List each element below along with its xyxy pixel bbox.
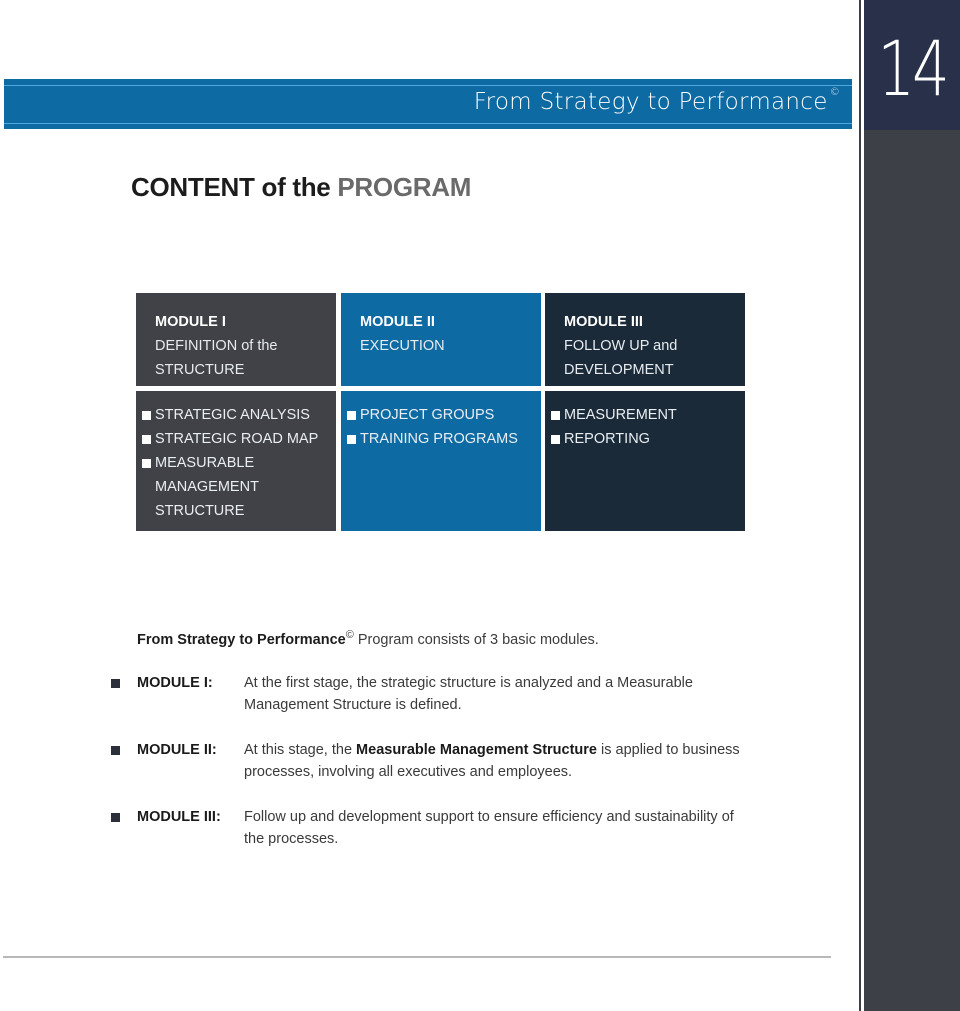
square-bullet-icon bbox=[142, 435, 151, 444]
page-number-panel: 14 bbox=[864, 0, 960, 130]
page-number: 14 bbox=[877, 24, 949, 113]
list-item: MEASUREMENT bbox=[551, 403, 745, 427]
description-text: Follow up and development support to ens… bbox=[244, 806, 754, 850]
intro-paragraph: From Strategy to Performance© Program co… bbox=[137, 629, 599, 648]
list-item: REPORTING bbox=[551, 427, 745, 451]
module-title: MODULE III bbox=[564, 314, 643, 330]
module-title: MODULE I bbox=[155, 314, 226, 330]
sidebar-panel bbox=[864, 130, 960, 1011]
banner-line-bottom bbox=[4, 123, 852, 124]
banner-title-text: From Strategy to Performance bbox=[473, 89, 828, 115]
intro-bold: From Strategy to Performance bbox=[137, 631, 346, 648]
module-3-header: MODULE III FOLLOW UP and DEVELOPMENT bbox=[545, 293, 745, 386]
description-text: At this stage, the Measurable Management… bbox=[244, 739, 754, 783]
header-banner: From Strategy to Performance © bbox=[4, 79, 852, 129]
list-item-text: MEASURABLE bbox=[155, 455, 255, 471]
list-item-text: REPORTING bbox=[564, 431, 650, 447]
square-bullet-icon bbox=[111, 746, 120, 755]
square-bullet-icon bbox=[551, 411, 560, 420]
module-2-items: PROJECT GROUPS TRAINING PROGRAMS bbox=[341, 391, 541, 531]
description-label: MODULE II: bbox=[137, 742, 217, 758]
module-subtitle: EXECUTION bbox=[360, 338, 445, 354]
list-item: STRATEGIC ANALYSIS bbox=[142, 403, 336, 427]
description-pre: At this stage, the bbox=[244, 742, 357, 758]
description-text: At the first stage, the strategic struct… bbox=[244, 672, 754, 716]
list-item-text: STRATEGIC ROAD MAP bbox=[155, 431, 319, 447]
intro-rest: Program consists of 3 basic modules. bbox=[353, 631, 599, 648]
module-subtitle: FOLLOW UP and bbox=[564, 338, 678, 354]
list-item-text: MANAGEMENT bbox=[155, 479, 259, 495]
square-bullet-icon bbox=[551, 435, 560, 444]
list-item: STRATEGIC ROAD MAP bbox=[142, 427, 336, 451]
module-subtitle: DEFINITION of the bbox=[155, 338, 278, 354]
description-pre: At the first stage, the strategic struct… bbox=[244, 675, 693, 713]
description-label: MODULE I: bbox=[137, 675, 213, 691]
list-item-text: STRATEGIC ANALYSIS bbox=[155, 407, 310, 423]
square-bullet-icon bbox=[111, 679, 120, 688]
list-item: TRAINING PROGRAMS bbox=[347, 427, 541, 451]
square-bullet-icon bbox=[111, 813, 120, 822]
page-title-accent: PROGRAM bbox=[337, 172, 472, 202]
copyright-mark: © bbox=[829, 87, 840, 98]
footer-divider bbox=[3, 956, 831, 958]
square-bullet-icon bbox=[347, 435, 356, 444]
sidebar-divider bbox=[859, 0, 861, 1011]
module-title: MODULE II bbox=[360, 314, 435, 330]
module-2-header: MODULE II EXECUTION bbox=[341, 293, 541, 386]
page-title-main: CONTENT of the bbox=[131, 172, 338, 202]
banner-line-top bbox=[4, 85, 852, 86]
square-bullet-icon bbox=[347, 411, 356, 420]
banner-title: From Strategy to Performance © bbox=[473, 87, 840, 115]
list-item-text: PROJECT GROUPS bbox=[360, 407, 495, 423]
square-bullet-icon bbox=[142, 411, 151, 420]
page-title: CONTENT of the PROGRAM bbox=[131, 172, 471, 203]
description-bold: Measurable Management Structure bbox=[356, 742, 597, 758]
list-item-text: MEASUREMENT bbox=[564, 407, 677, 423]
list-item: MEASURABLE bbox=[142, 451, 336, 475]
list-item: PROJECT GROUPS bbox=[347, 403, 541, 427]
module-subtitle: DEVELOPMENT bbox=[564, 362, 674, 378]
module-1-header: MODULE I DEFINITION of the STRUCTURE bbox=[136, 293, 336, 386]
module-1-items: STRATEGIC ANALYSIS STRATEGIC ROAD MAP ME… bbox=[136, 391, 336, 531]
list-item-text: TRAINING PROGRAMS bbox=[360, 431, 518, 447]
description-label: MODULE III: bbox=[137, 809, 221, 825]
copyright-mark: © bbox=[345, 629, 354, 641]
module-subtitle: STRUCTURE bbox=[155, 362, 245, 378]
description-pre: Follow up and development support to ens… bbox=[244, 809, 734, 847]
square-bullet-icon bbox=[142, 459, 151, 468]
module-3-items: MEASUREMENT REPORTING bbox=[545, 391, 745, 531]
list-item-text: STRUCTURE bbox=[155, 503, 245, 519]
